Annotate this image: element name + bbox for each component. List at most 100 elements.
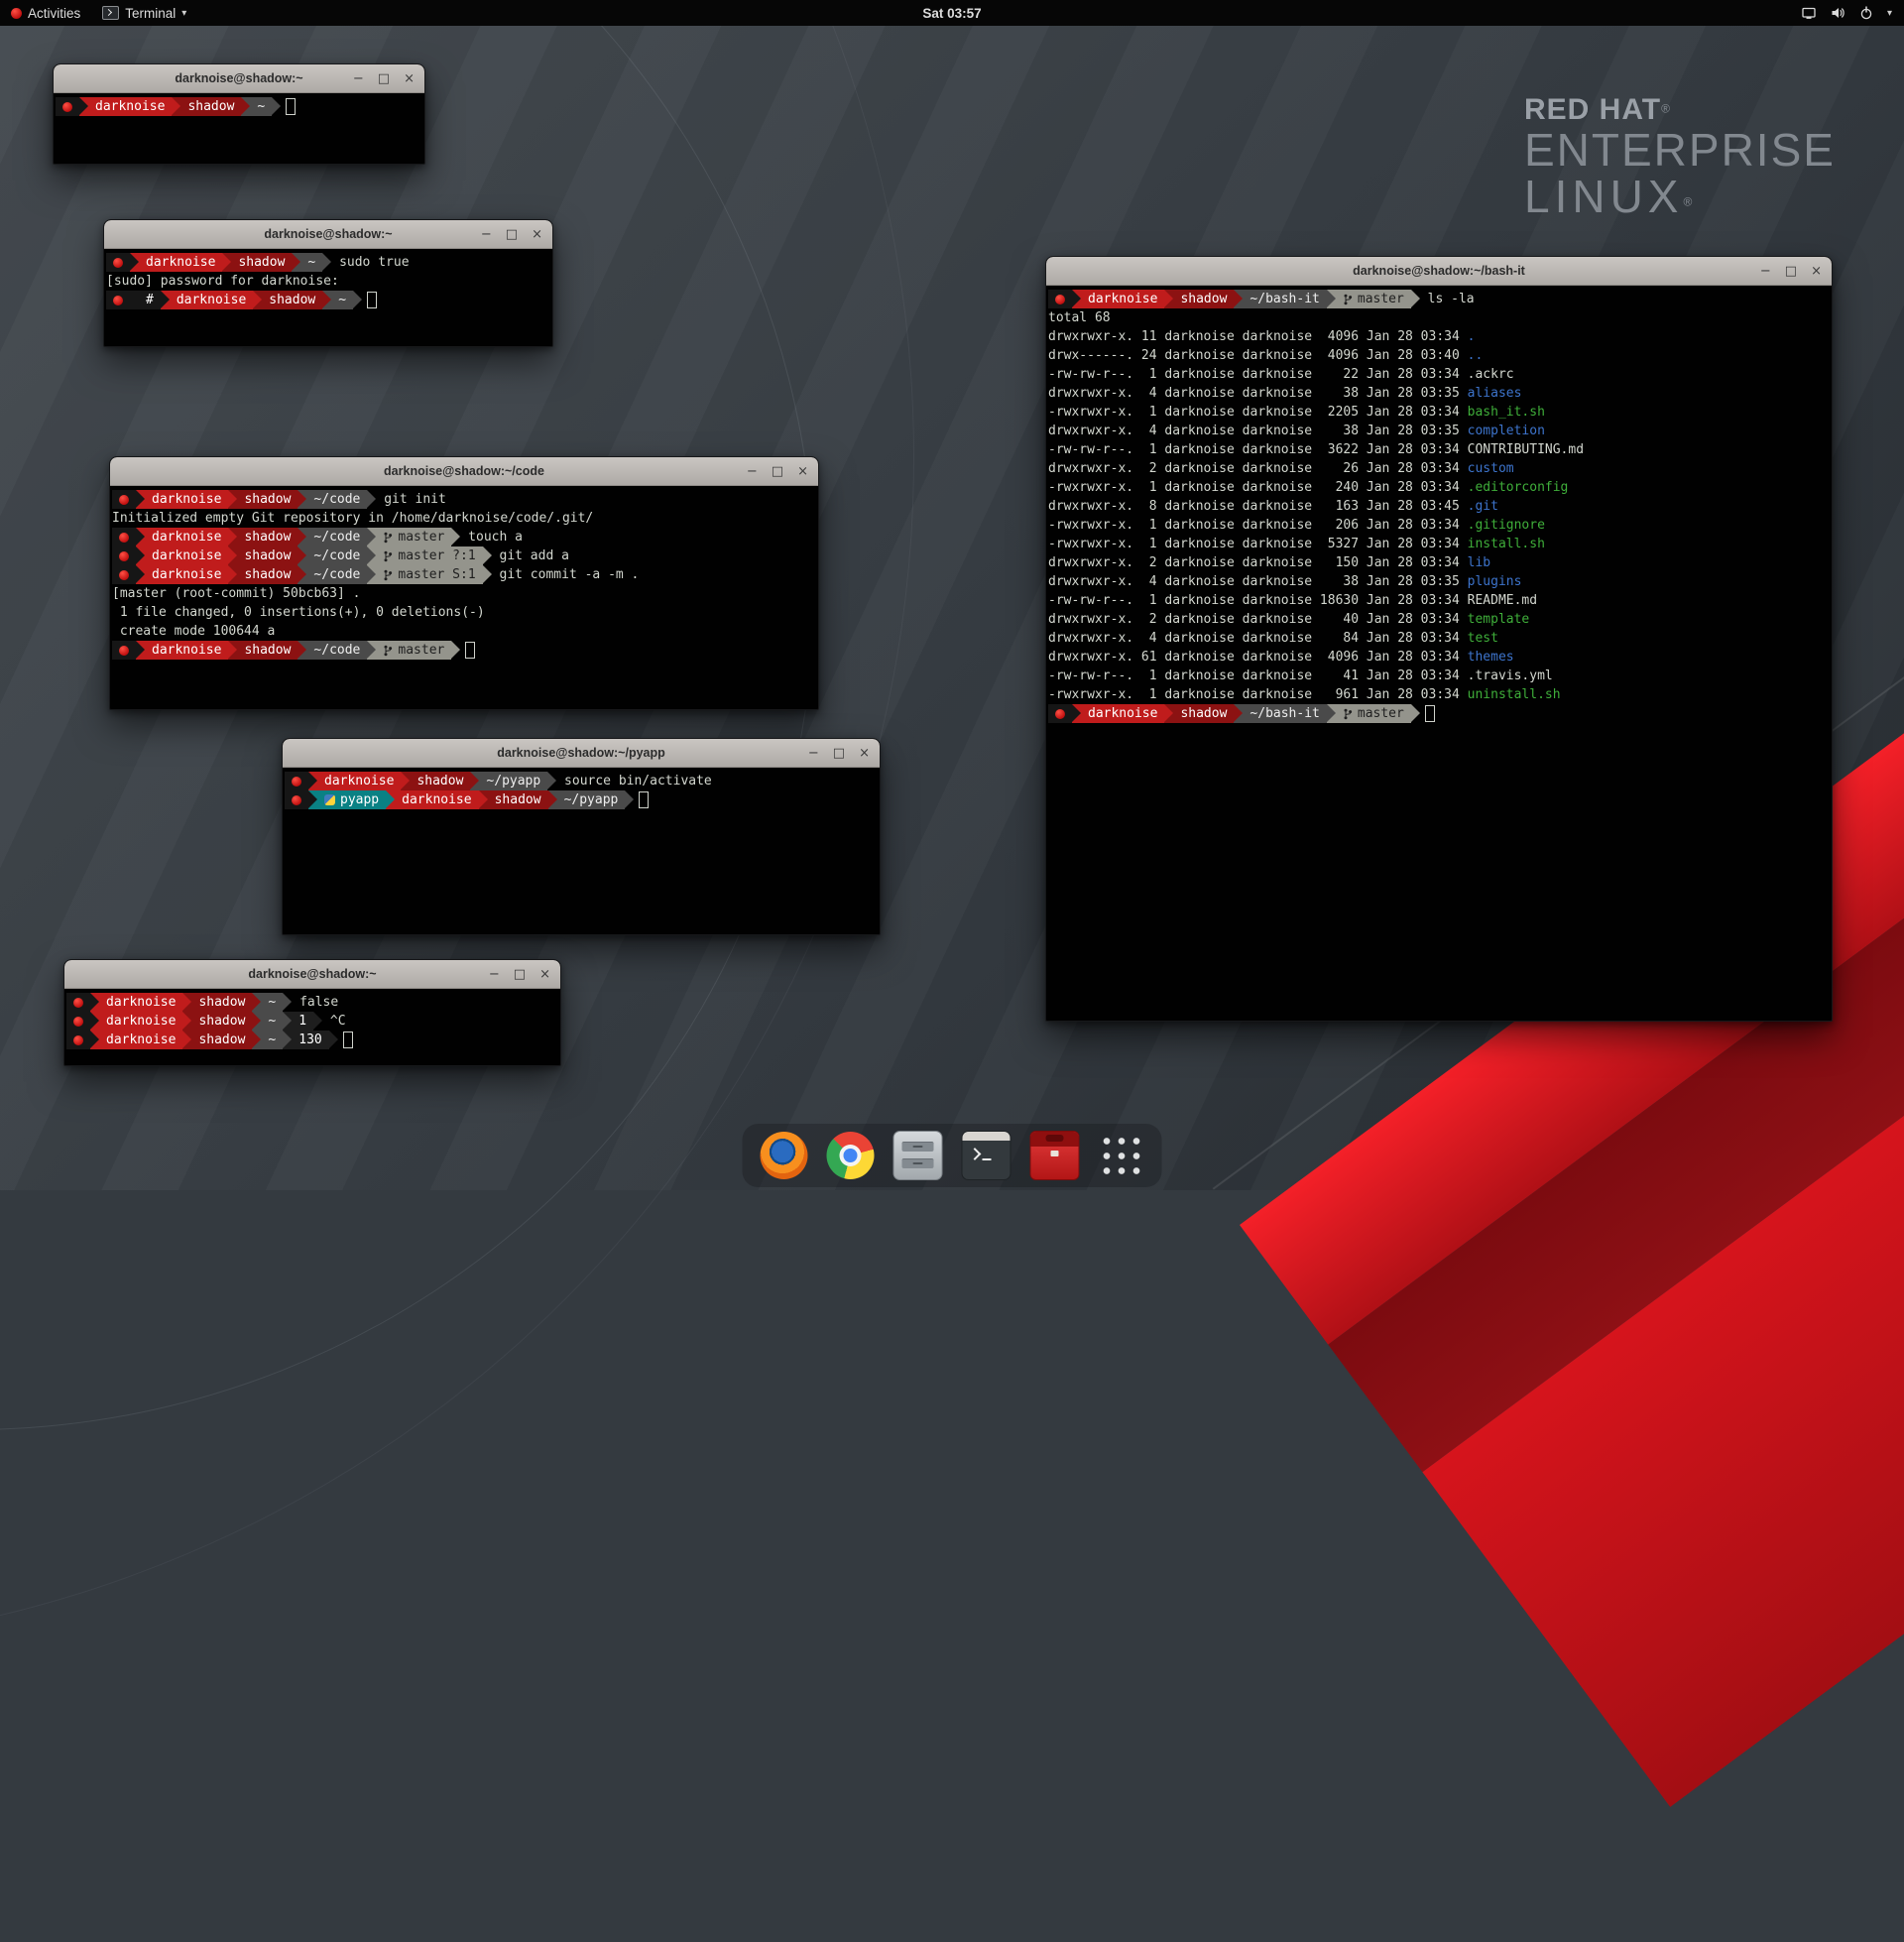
prompt-segment-user: darknoise [88, 97, 172, 116]
terminal-window-pyapp: darknoise@shadow:~/pyapp−□×darknoiseshad… [282, 738, 881, 935]
activities-button[interactable]: Activities [0, 0, 91, 26]
terminal-text: -rwxrwxr-x. 1 darknoise darknoise 961 Ja… [1048, 685, 1468, 704]
minimize-button[interactable]: − [747, 465, 758, 478]
minimize-button[interactable]: − [353, 72, 364, 85]
prompt-segment-text: darknoise [402, 790, 471, 809]
maximize-button[interactable]: □ [772, 465, 783, 478]
prompt-segment-path: ~/pyapp [557, 790, 626, 809]
close-button[interactable]: × [1811, 265, 1822, 278]
window-titlebar[interactable]: darknoise@shadow:~/bash-it−□× [1046, 257, 1832, 286]
terminal-body[interactable]: darknoiseshadow~/pyapp source bin/activa… [283, 768, 880, 811]
terminal-line: drwxrwxr-x. 4 darknoise darknoise 38 Jan… [1048, 422, 1830, 440]
terminal-line: -rwxrwxr-x. 1 darknoise darknoise 5327 J… [1048, 535, 1830, 553]
maximize-button[interactable]: □ [514, 968, 526, 981]
terminal-body[interactable]: darknoiseshadow~ falsedarknoiseshadow~1 … [64, 989, 560, 1051]
prompt-segment-user: darknoise [145, 528, 228, 546]
powerline-arrow [451, 641, 460, 660]
prompt-segment-code: 1 [292, 1012, 313, 1031]
terminal-icon-titlebar [963, 1132, 1011, 1141]
prompt-segment-rh [66, 1012, 90, 1031]
files-drawer [902, 1142, 934, 1152]
prompt-segment-rh [1048, 290, 1072, 308]
terminal-line: darknoiseshadow~/bash-itmaster ls -la [1048, 290, 1830, 308]
terminal-line: drwxrwxr-x. 61 darknoise darknoise 4096 … [1048, 648, 1830, 667]
terminal-text: -rwxrwxr-x. 1 darknoise darknoise 240 Ja… [1048, 478, 1468, 497]
powerline-arrow [241, 97, 250, 116]
minimize-button[interactable]: − [808, 747, 819, 760]
terminal-icon-prompt [969, 1148, 982, 1160]
terminal-text: test [1468, 629, 1498, 648]
terminal-text: uninstall.sh [1468, 685, 1561, 704]
dock-files-icon[interactable] [893, 1131, 943, 1180]
prompt-segment-text: darknoise [177, 291, 246, 309]
prompt-segment-text: darknoise [152, 565, 221, 584]
close-button[interactable]: × [539, 968, 550, 981]
window-titlebar[interactable]: darknoise@shadow:~−□× [54, 64, 424, 93]
powerline-arrow [625, 790, 634, 809]
dock-chrome-icon[interactable] [827, 1132, 875, 1179]
prompt-segment-path: ~/pyapp [479, 772, 547, 790]
terminal-text: .git [1468, 497, 1498, 516]
terminal-body[interactable]: darknoiseshadow~ [54, 93, 424, 118]
terminal-line: -rw-rw-r--. 1 darknoise darknoise 22 Jan… [1048, 365, 1830, 384]
close-button[interactable]: × [797, 465, 808, 478]
close-button[interactable]: × [859, 747, 870, 760]
terminal-text: total 68 [1048, 308, 1111, 327]
app-menu-terminal[interactable]: Terminal ▾ [91, 0, 197, 26]
powerline-arrow [367, 565, 376, 584]
terminal-line: darknoiseshadow~ [56, 97, 422, 116]
clock[interactable]: Sat 03:57 [922, 6, 981, 21]
maximize-button[interactable]: □ [1785, 265, 1797, 278]
minimize-button[interactable]: − [489, 968, 500, 981]
python-icon [324, 794, 335, 805]
redhat-icon [119, 533, 129, 543]
minimize-button[interactable]: − [481, 228, 492, 241]
powerline-arrow [322, 291, 331, 309]
maximize-button[interactable]: □ [378, 72, 390, 85]
powerline-arrow [252, 1031, 261, 1049]
window-titlebar[interactable]: darknoise@shadow:~−□× [104, 220, 552, 249]
maximize-button[interactable]: □ [833, 747, 845, 760]
redhat-icon [113, 296, 123, 305]
redhat-icon [73, 998, 83, 1008]
window-controls: − □ × [353, 64, 415, 92]
terminal-body[interactable]: darknoiseshadow~/code git initInitialize… [110, 486, 818, 662]
terminal-line: darknoiseshadow~/code git init [112, 490, 816, 509]
terminal-line: darknoiseshadow~/bash-itmaster [1048, 704, 1830, 723]
minimize-button[interactable]: − [1760, 265, 1771, 278]
terminal-cursor [367, 292, 377, 308]
maximize-button[interactable]: □ [506, 228, 518, 241]
close-button[interactable]: × [532, 228, 542, 241]
window-titlebar[interactable]: darknoise@shadow:~/code−□× [110, 457, 818, 486]
system-status-area[interactable]: ▾ [1801, 0, 1904, 26]
prompt-segment-text: shadow [198, 993, 245, 1012]
prompt-segment-host: shadow [191, 1012, 252, 1031]
window-titlebar[interactable]: darknoise@shadow:~/pyapp−□× [283, 739, 880, 768]
registered-mark: ® [1683, 195, 1692, 209]
dock-terminal-icon[interactable] [962, 1131, 1012, 1180]
dock-firefox-icon[interactable] [761, 1132, 808, 1179]
powerline-arrow [130, 253, 139, 272]
terminal-text: template [1468, 610, 1530, 629]
powerline-arrow [1411, 290, 1420, 308]
window-titlebar[interactable]: darknoise@shadow:~−□× [64, 960, 560, 989]
terminal-body[interactable]: darknoiseshadow~/bash-itmaster ls -latot… [1046, 286, 1832, 725]
powerline-arrow [228, 490, 237, 509]
prompt-segment-text: shadow [244, 565, 291, 584]
prompt-segment-user: darknoise [145, 565, 228, 584]
prompt-segment-user: darknoise [145, 490, 228, 509]
powerline-arrow [283, 993, 292, 1012]
prompt-segment-text: ~ [268, 993, 276, 1012]
terminal-body[interactable]: darknoiseshadow~ sudo true[sudo] passwor… [104, 249, 552, 311]
dock-toolbox-icon[interactable] [1030, 1131, 1080, 1180]
terminal-text: 1 file changed, 0 insertions(+), 0 delet… [112, 603, 485, 622]
dock-show-applications-icon[interactable] [1099, 1133, 1144, 1178]
terminal-cursor [465, 642, 475, 659]
close-button[interactable]: × [404, 72, 415, 85]
terminal-text: -rwxrwxr-x. 1 darknoise darknoise 206 Ja… [1048, 516, 1468, 535]
powerline-arrow [367, 490, 376, 509]
prompt-segment-path: ~ [261, 993, 283, 1012]
terminal-text: -rw-rw-r--. 1 darknoise darknoise 41 Jan… [1048, 667, 1468, 685]
terminal-text: -rw-rw-r--. 1 darknoise darknoise 18630 … [1048, 591, 1468, 610]
powerline-arrow [90, 1031, 99, 1049]
